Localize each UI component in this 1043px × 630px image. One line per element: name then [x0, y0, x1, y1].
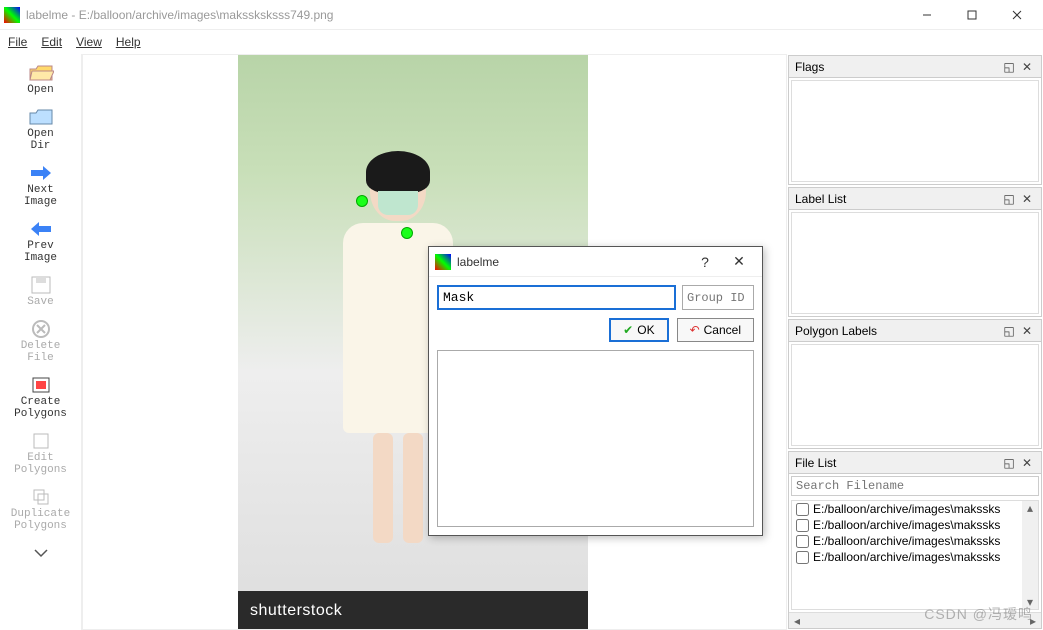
- file-list-panel: File List ◱ ✕ E:/balloon/archive/images\…: [788, 451, 1042, 629]
- file-checkbox[interactable]: [796, 519, 809, 532]
- prev-image-label: Prev Image: [24, 240, 57, 264]
- file-path: E:/balloon/archive/images\makssks: [813, 502, 1000, 516]
- toolbar-overflow[interactable]: [5, 538, 77, 568]
- file-path: E:/balloon/archive/images\makssks: [813, 518, 1000, 532]
- chevron-down-icon: [27, 542, 55, 564]
- polygon-labels-panel: Polygon Labels ◱ ✕: [788, 319, 1042, 449]
- polygon-vertex[interactable]: [401, 227, 413, 239]
- delete-file-label: Delete File: [21, 340, 61, 364]
- overlay-watermark: CSDN @冯瑷鸣: [924, 604, 1033, 624]
- minimize-button[interactable]: [904, 1, 949, 29]
- close-button[interactable]: ✕: [722, 249, 756, 275]
- label-dialog: labelme ? ✕ ✔ OK ↶ Cancel: [428, 246, 763, 536]
- edit-polygons-button[interactable]: Edit Polygons: [5, 426, 77, 480]
- flags-panel: Flags ◱ ✕: [788, 55, 1042, 185]
- open-button[interactable]: Open: [5, 58, 77, 100]
- create-polygons-button[interactable]: Create Polygons: [5, 370, 77, 424]
- check-icon: ✔: [623, 323, 633, 337]
- polygon-vertex[interactable]: [356, 195, 368, 207]
- open-dir-label: Open Dir: [27, 128, 53, 152]
- arrow-left-icon: [27, 218, 55, 240]
- cancel-label: Cancel: [704, 323, 741, 337]
- menu-edit[interactable]: Edit: [41, 35, 62, 49]
- group-id-input[interactable]: [682, 285, 754, 310]
- help-button[interactable]: ?: [688, 249, 722, 275]
- maximize-button[interactable]: [949, 1, 994, 29]
- prev-image-button[interactable]: Prev Image: [5, 214, 77, 268]
- undock-icon[interactable]: ◱: [1001, 59, 1017, 75]
- right-panels: Flags ◱ ✕ Label List ◱ ✕ Polygon Labels …: [787, 54, 1043, 630]
- undock-icon[interactable]: ◱: [1001, 323, 1017, 339]
- menubar: File Edit View Help: [0, 30, 1043, 54]
- file-checkbox[interactable]: [796, 535, 809, 548]
- arrow-right-icon: [27, 162, 55, 184]
- duplicate-icon: [27, 486, 55, 508]
- label-list-panel: Label List ◱ ✕: [788, 187, 1042, 317]
- open-label: Open: [27, 84, 53, 96]
- duplicate-polygons-button[interactable]: Duplicate Polygons: [5, 482, 77, 536]
- file-checkbox[interactable]: [796, 503, 809, 516]
- next-image-button[interactable]: Next Image: [5, 158, 77, 212]
- save-label: Save: [27, 296, 53, 308]
- scrollbar-vertical[interactable]: ▴ ▾: [1022, 501, 1038, 609]
- file-item[interactable]: E:/balloon/archive/images\makssks: [792, 501, 1038, 517]
- cancel-button[interactable]: ↶ Cancel: [677, 318, 754, 342]
- file-item[interactable]: E:/balloon/archive/images\makssks: [792, 549, 1038, 565]
- toolbar: Open Open Dir Next Image Prev Image Save…: [0, 54, 82, 630]
- app-icon: [4, 7, 20, 23]
- dialog-title: labelme: [457, 255, 688, 269]
- file-item[interactable]: E:/balloon/archive/images\makssks: [792, 533, 1038, 549]
- titlebar: labelme - E:/balloon/archive/images\maks…: [0, 0, 1043, 30]
- ok-button[interactable]: ✔ OK: [609, 318, 668, 342]
- duplicate-polygons-label: Duplicate Polygons: [11, 508, 70, 532]
- close-button[interactable]: [994, 1, 1039, 29]
- edit-icon: [27, 430, 55, 452]
- close-icon[interactable]: ✕: [1019, 191, 1035, 207]
- open-dir-button[interactable]: Open Dir: [5, 102, 77, 156]
- window-title: labelme - E:/balloon/archive/images\maks…: [26, 8, 904, 22]
- menu-help[interactable]: Help: [116, 35, 141, 49]
- window-controls: [904, 1, 1039, 29]
- menu-file[interactable]: File: [8, 35, 27, 49]
- file-path: E:/balloon/archive/images\makssks: [813, 534, 1000, 548]
- polygon-labels-body[interactable]: [791, 344, 1039, 446]
- undock-icon[interactable]: ◱: [1001, 455, 1017, 471]
- ok-label: OK: [637, 323, 654, 337]
- save-button[interactable]: Save: [5, 270, 77, 312]
- app-icon: [435, 254, 451, 270]
- undock-icon[interactable]: ◱: [1001, 191, 1017, 207]
- folder-icon: [27, 106, 55, 128]
- dialog-label-list[interactable]: [437, 350, 754, 527]
- polygon-labels-title: Polygon Labels: [795, 324, 877, 338]
- file-item[interactable]: E:/balloon/archive/images\makssks: [792, 517, 1038, 533]
- image-watermark: shutterstock: [238, 591, 588, 630]
- dialog-titlebar: labelme ? ✕: [429, 247, 762, 277]
- create-polygons-label: Create Polygons: [14, 396, 67, 420]
- close-icon[interactable]: ✕: [1019, 323, 1035, 339]
- scroll-left-icon[interactable]: ◂: [789, 613, 805, 628]
- menu-view[interactable]: View: [76, 35, 102, 49]
- folder-open-icon: [27, 62, 55, 84]
- label-list-title: Label List: [795, 192, 846, 206]
- next-image-label: Next Image: [24, 184, 57, 208]
- file-search-input[interactable]: [791, 476, 1039, 496]
- file-list-body[interactable]: E:/balloon/archive/images\makssks E:/bal…: [791, 500, 1039, 610]
- delete-icon: [27, 318, 55, 340]
- scroll-up-icon[interactable]: ▴: [1022, 501, 1038, 515]
- close-icon[interactable]: ✕: [1019, 59, 1035, 75]
- file-list-title: File List: [795, 456, 836, 470]
- file-path: E:/balloon/archive/images\makssks: [813, 550, 1000, 564]
- label-list-body[interactable]: [791, 212, 1039, 314]
- close-icon[interactable]: ✕: [1019, 455, 1035, 471]
- flags-body[interactable]: [791, 80, 1039, 182]
- polygon-icon: [27, 374, 55, 396]
- undo-icon: ↶: [690, 323, 700, 337]
- flags-title: Flags: [795, 60, 824, 74]
- delete-file-button[interactable]: Delete File: [5, 314, 77, 368]
- edit-polygons-label: Edit Polygons: [14, 452, 67, 476]
- file-checkbox[interactable]: [796, 551, 809, 564]
- save-icon: [27, 274, 55, 296]
- label-name-input[interactable]: [437, 285, 676, 310]
